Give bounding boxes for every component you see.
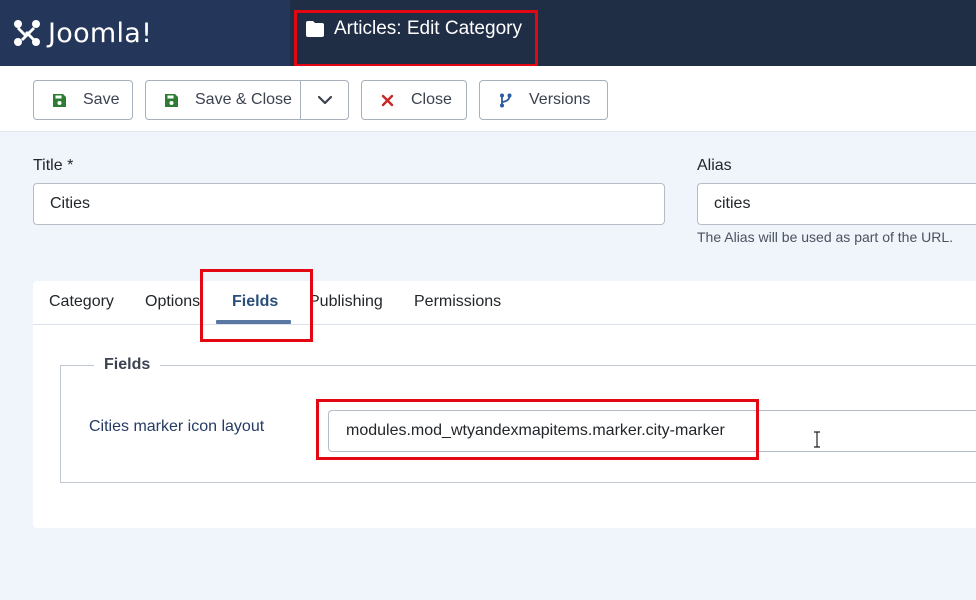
close-button[interactable]: Close	[361, 80, 467, 120]
tab-category[interactable]: Category	[49, 293, 114, 311]
brand-name: Joomla!	[48, 17, 153, 49]
highlight-field-value	[316, 399, 759, 460]
versions-button-label: Versions	[529, 91, 591, 108]
title-input[interactable]: Cities	[33, 183, 665, 225]
highlight-fields-tab	[200, 269, 313, 342]
alias-help-text: The Alias will be used as part of the UR…	[697, 229, 954, 245]
toolbar: Save Save & Close Close Versions	[0, 66, 976, 132]
save-button-label: Save	[83, 91, 120, 108]
versions-button[interactable]: Versions	[479, 80, 608, 120]
tab-bar: Category Options Fields Publishing Permi…	[33, 281, 976, 325]
text-cursor-icon	[814, 431, 820, 448]
close-x-icon	[381, 94, 394, 106]
save-icon	[165, 93, 178, 107]
tab-options[interactable]: Options	[145, 293, 200, 311]
alias-label: Alias	[697, 157, 732, 174]
brand[interactable]: Joomla!	[0, 0, 290, 66]
save-button[interactable]: Save	[33, 80, 133, 120]
tab-permissions[interactable]: Permissions	[414, 293, 501, 311]
chevron-down-icon	[317, 95, 332, 105]
fieldset-legend: Fields	[94, 356, 161, 374]
highlight-page-title	[294, 10, 538, 67]
save-close-button[interactable]: Save & Close	[145, 80, 349, 120]
versions-branch-icon	[500, 93, 512, 107]
joomla-logo-icon	[14, 20, 40, 46]
save-close-button-label: Save & Close	[195, 91, 292, 108]
cities-marker-layout-label: Cities marker icon layout	[89, 418, 265, 435]
close-button-label: Close	[411, 91, 452, 108]
title-label: Title *	[33, 157, 74, 174]
tab-publishing[interactable]: Publishing	[309, 293, 383, 311]
save-options-dropdown-toggle[interactable]	[300, 81, 348, 119]
save-icon	[53, 93, 66, 107]
alias-input[interactable]: cities	[697, 183, 976, 225]
